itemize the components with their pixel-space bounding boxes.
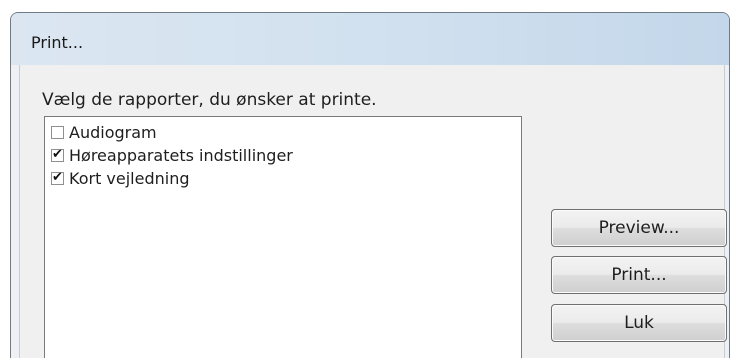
print-button[interactable]: Print... bbox=[551, 256, 727, 294]
audiogram-checkbox[interactable] bbox=[51, 125, 64, 139]
reports-checklist[interactable]: Audiogram Høreapparatets indstillinger K… bbox=[44, 116, 522, 358]
title-bar[interactable]: Print... bbox=[11, 13, 729, 65]
short-guide-checkbox[interactable] bbox=[51, 169, 64, 186]
report-item-label: Audiogram bbox=[69, 122, 157, 142]
window-title: Print... bbox=[31, 33, 84, 52]
report-item-hearing-aid-settings[interactable]: Høreapparatets indstillinger bbox=[51, 144, 293, 166]
preview-button[interactable]: Preview... bbox=[551, 209, 727, 247]
report-item-audiogram[interactable]: Audiogram bbox=[51, 121, 157, 143]
report-item-label: Høreapparatets indstillinger bbox=[69, 145, 293, 165]
report-item-label: Kort vejledning bbox=[69, 168, 190, 188]
dialog-content: Vælg de rapporter, du ønsker at printe. … bbox=[19, 65, 727, 358]
print-dialog: Print... Vælg de rapporter, du ønsker at… bbox=[10, 12, 730, 358]
instruction-label: Vælg de rapporter, du ønsker at printe. bbox=[42, 90, 377, 110]
report-item-short-guide[interactable]: Kort vejledning bbox=[51, 167, 190, 189]
hearing-aid-settings-checkbox[interactable] bbox=[51, 146, 64, 163]
close-button[interactable]: Luk bbox=[551, 304, 727, 342]
